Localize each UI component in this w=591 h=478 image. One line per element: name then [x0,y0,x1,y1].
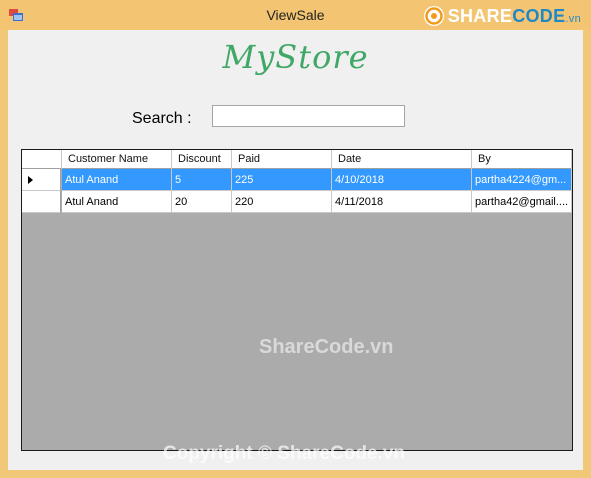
row-header[interactable] [22,169,61,191]
sales-data-grid[interactable]: Customer Name Discount Paid Date By Atul… [21,149,573,451]
column-header-by[interactable]: By [472,150,572,169]
app-window: ViewSale SHARECODE.vn MyStore Search : C… [0,0,591,478]
cell-customer-name[interactable]: Atul Anand [62,169,172,191]
cell-date[interactable]: 4/10/2018 [332,169,472,191]
cell-discount[interactable]: 20 [172,191,232,213]
form-client-area: MyStore Search : Customer Name Discount … [8,30,583,470]
title-bar[interactable]: ViewSale SHARECODE.vn [0,0,591,30]
cell-paid[interactable]: 225 [232,169,332,191]
cell-by[interactable]: partha4224@gm... [472,169,572,191]
column-header-date[interactable]: Date [332,150,472,169]
row-header-corner [22,150,62,169]
search-input[interactable] [212,105,405,127]
current-row-arrow-icon [28,176,33,184]
sharecode-logo: SHARECODE.vn [423,6,581,26]
sharecode-logo-text: SHARECODE.vn [447,5,581,26]
table-row[interactable]: Atul Anand 20 220 4/11/2018 partha42@gma… [22,191,572,213]
grid-header-row: Customer Name Discount Paid Date By [22,150,572,169]
search-label: Search : [132,110,192,127]
column-header-discount[interactable]: Discount [172,150,232,169]
watermark-center: ShareCode.vn [259,336,394,358]
sharecode-logo-icon [423,6,444,26]
table-row[interactable]: Atul Anand 5 225 4/10/2018 partha4224@gm… [22,169,572,191]
column-header-paid[interactable]: Paid [232,150,332,169]
watermark-copyright: Copyright © ShareCode.vn [163,443,406,464]
cell-date[interactable]: 4/11/2018 [332,191,472,213]
row-header[interactable] [22,191,61,213]
cell-by[interactable]: partha42@gmail.... [472,191,572,213]
cell-discount[interactable]: 5 [172,169,232,191]
cell-paid[interactable]: 220 [232,191,332,213]
column-header-customer-name[interactable]: Customer Name [62,150,172,169]
store-heading: MyStore [222,38,369,76]
cell-customer-name[interactable]: Atul Anand [62,191,172,213]
